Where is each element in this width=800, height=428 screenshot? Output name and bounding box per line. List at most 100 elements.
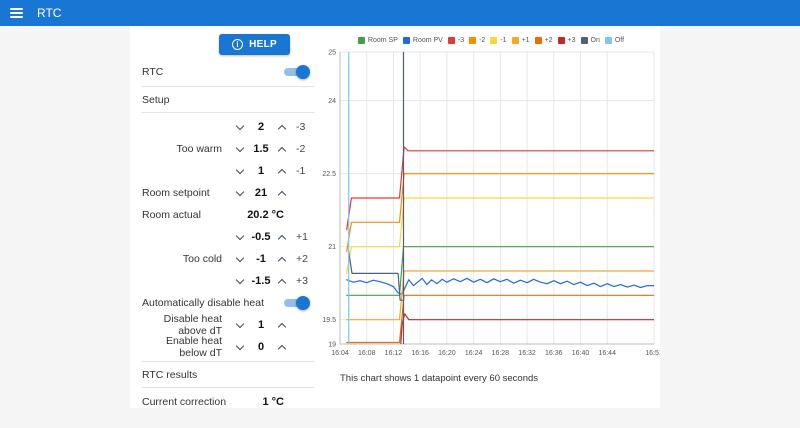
- main-card: i HELP RTC Setup 2 -3 Too warm 1.5 -2 1 …: [130, 26, 663, 408]
- legend-item--3[interactable]: -3: [447, 36, 465, 44]
- increment-button[interactable]: [274, 163, 290, 179]
- room-actual-row: Room actual 20.2 °C: [142, 204, 314, 226]
- stepper-label: Disable heat above dT: [163, 313, 222, 337]
- chevron-down-icon: [235, 319, 245, 329]
- stepper-value: 0: [257, 341, 265, 353]
- offset-label: +3: [296, 275, 308, 287]
- auto-disable-heat-toggle[interactable]: [283, 296, 310, 310]
- room-setpoint-label: Room setpoint: [142, 187, 210, 199]
- offset-label: +1: [296, 231, 308, 243]
- increment-button[interactable]: [274, 339, 290, 355]
- legend-label: Off: [614, 36, 625, 44]
- decrement-button[interactable]: [232, 251, 248, 267]
- svg-text:16:20: 16:20: [438, 350, 456, 357]
- chart-panel: Room SP Room PV -3 -2 -1 +1 +2 +3 On Off 16:04 16:…: [322, 26, 663, 408]
- legend-swatch-icon: [534, 36, 542, 44]
- chevron-up-icon: [277, 256, 287, 265]
- legend-item--1[interactable]: +1: [511, 36, 530, 44]
- rtc-results-heading: RTC results: [142, 368, 198, 381]
- decrement-button[interactable]: [232, 273, 248, 289]
- legend-label: +2: [544, 36, 553, 44]
- rtc-enable-label: RTC: [142, 66, 164, 78]
- app-title: RTC: [37, 6, 62, 20]
- legend-swatch-icon: [557, 36, 565, 44]
- svg-text:16:16: 16:16: [411, 350, 429, 357]
- svg-text:16:28: 16:28: [492, 350, 510, 357]
- legend-item-room-pv[interactable]: Room PV: [402, 36, 443, 44]
- increment-button[interactable]: [274, 185, 290, 201]
- legend-swatch-icon: [490, 36, 498, 44]
- auto-disable-heat-row: Automatically disable heat: [142, 292, 314, 314]
- stepper-row-room-setpoint: Room setpoint 21: [142, 182, 314, 204]
- increment-button[interactable]: [274, 141, 290, 157]
- increment-button[interactable]: [274, 273, 290, 289]
- decrement-button[interactable]: [232, 229, 248, 245]
- chevron-down-icon: [235, 121, 245, 131]
- decrement-button[interactable]: [232, 119, 248, 135]
- stepper-row-too-warm-3: 2 -3: [142, 116, 314, 138]
- stepper-label: Too warm: [176, 143, 222, 155]
- svg-text:16:40: 16:40: [572, 350, 590, 357]
- legend-item--1[interactable]: -1: [490, 36, 507, 44]
- stepper-value: 1.5: [253, 143, 269, 155]
- legend-item--2[interactable]: +2: [534, 36, 553, 44]
- hamburger-menu-icon[interactable]: [10, 8, 23, 18]
- svg-text:16:12: 16:12: [385, 350, 403, 357]
- decrement-button[interactable]: [232, 185, 248, 201]
- legend-label: -1: [500, 36, 507, 44]
- increment-button[interactable]: [274, 251, 290, 267]
- chevron-down-icon: [235, 143, 245, 153]
- increment-button[interactable]: [274, 119, 290, 135]
- chevron-up-icon: [277, 168, 287, 177]
- offset-label: -3: [296, 121, 306, 133]
- stepper-row-too-warm-2: Too warm 1.5 -2: [142, 138, 314, 160]
- chevron-up-icon: [277, 322, 287, 331]
- stepper-value: 1: [257, 165, 265, 177]
- chevron-down-icon: [235, 275, 245, 285]
- increment-button[interactable]: [274, 317, 290, 333]
- svg-text:16:08: 16:08: [358, 350, 376, 357]
- stepper-row-too-cold-3: -1.5 +3: [142, 270, 314, 292]
- legend-label: -3: [457, 36, 465, 44]
- svg-text:16:24: 16:24: [465, 350, 483, 357]
- divider: [142, 86, 314, 87]
- help-button[interactable]: i HELP: [219, 34, 290, 55]
- chevron-down-icon: [235, 253, 245, 263]
- svg-text:16:44: 16:44: [598, 350, 616, 357]
- legend-label: +1: [521, 36, 530, 44]
- legend-item-on[interactable]: On: [580, 36, 600, 44]
- divider: [142, 387, 314, 388]
- legend-label: Room PV: [412, 36, 443, 44]
- decrement-button[interactable]: [232, 339, 248, 355]
- chevron-down-icon: [235, 231, 245, 241]
- stepper-value: -1: [256, 253, 266, 265]
- offset-label: -1: [296, 165, 306, 177]
- stepper-row-disable-heat-dt: Disable heat above dT 1: [142, 313, 314, 337]
- decrement-button[interactable]: [232, 317, 248, 333]
- current-correction-value: 1 °C: [262, 396, 284, 408]
- rtc-enable-toggle[interactable]: [283, 65, 310, 79]
- stepper-label: Too cold: [182, 253, 222, 265]
- room-actual-value: 20.2 °C: [247, 209, 284, 221]
- control-panel: i HELP RTC Setup 2 -3 Too warm 1.5 -2 1 …: [130, 26, 322, 408]
- offset-label: -2: [296, 143, 306, 155]
- svg-text:24: 24: [328, 98, 336, 105]
- chevron-up-icon: [277, 344, 287, 353]
- help-row: i HELP: [142, 30, 314, 61]
- svg-text:25: 25: [328, 50, 336, 57]
- offset-label: +2: [296, 253, 308, 265]
- legend-item--3[interactable]: +3: [557, 36, 576, 44]
- svg-text:19: 19: [328, 342, 336, 349]
- increment-button[interactable]: [274, 229, 290, 245]
- decrement-button[interactable]: [232, 163, 248, 179]
- legend-label: On: [590, 36, 600, 44]
- info-icon: i: [232, 39, 244, 50]
- setup-heading: Setup: [142, 93, 170, 106]
- legend-item-room-sp[interactable]: Room SP: [357, 36, 398, 44]
- stepper-value: -1.5: [251, 275, 271, 287]
- legend-item--2[interactable]: -2: [469, 36, 485, 44]
- current-correction-row: Current correction 1 °C: [142, 391, 314, 413]
- room-setpoint-value: 21: [254, 187, 268, 199]
- decrement-button[interactable]: [232, 141, 248, 157]
- legend-item-off[interactable]: Off: [604, 36, 625, 44]
